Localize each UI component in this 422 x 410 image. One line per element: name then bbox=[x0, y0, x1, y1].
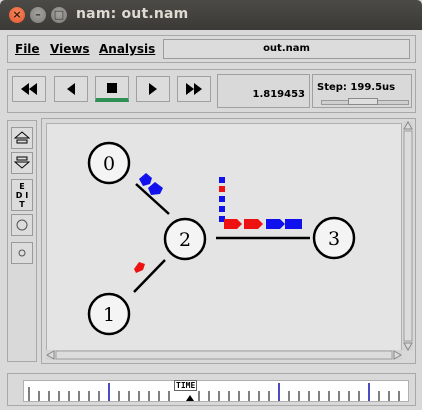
node-2-label: 2 bbox=[179, 229, 191, 251]
node-0-label: 0 bbox=[103, 153, 115, 175]
menu-file-label: File bbox=[15, 42, 40, 56]
packet-red bbox=[244, 219, 263, 229]
network-topology: 0 1 2 3 bbox=[87, 141, 356, 336]
timeline-panel: TIME bbox=[7, 373, 416, 406]
close-window-button[interactable]: × bbox=[9, 7, 25, 23]
small-circle-icon bbox=[18, 249, 26, 257]
packet-red bbox=[134, 262, 145, 273]
step-control: Step: 199.5us bbox=[312, 74, 412, 108]
packet-blue bbox=[139, 173, 152, 186]
time-marker-icon[interactable] bbox=[186, 395, 194, 401]
play-button[interactable] bbox=[136, 76, 170, 102]
node-shape-circle-button[interactable] bbox=[11, 214, 33, 236]
menu-views[interactable]: Views bbox=[50, 42, 90, 56]
menu-file[interactable]: File bbox=[15, 42, 40, 56]
stop-button[interactable] bbox=[95, 76, 129, 102]
packet-red bbox=[224, 219, 242, 229]
node-1-label: 1 bbox=[103, 304, 115, 326]
menu-views-label: Views bbox=[50, 42, 90, 56]
playback-controls: 1.819453 Step: 199.5us bbox=[7, 69, 416, 113]
maximize-window-button[interactable]: □ bbox=[51, 7, 67, 23]
queue-packet-red bbox=[219, 186, 225, 192]
horizontal-scrollbar[interactable] bbox=[46, 350, 402, 360]
play-icon bbox=[149, 83, 157, 95]
node-3-label: 3 bbox=[328, 228, 340, 250]
queue-packet-blue bbox=[219, 206, 225, 212]
zoom-out-button[interactable] bbox=[11, 152, 33, 174]
circle-icon bbox=[16, 219, 28, 231]
step-slider[interactable] bbox=[321, 98, 409, 105]
vertical-scrollbar[interactable] bbox=[403, 121, 413, 351]
window-title: nam: out.nam bbox=[76, 6, 189, 22]
zoom-out-icon bbox=[14, 156, 30, 169]
packet-blue bbox=[285, 219, 302, 229]
zoom-in-icon bbox=[14, 131, 30, 144]
menu-analysis[interactable]: Analysis bbox=[99, 42, 155, 56]
timeline-ticks bbox=[28, 383, 400, 401]
stop-icon bbox=[107, 82, 117, 93]
rewind-icon bbox=[21, 83, 37, 95]
step-label: Step: 199.5us bbox=[317, 82, 396, 93]
tool-panel: E D I T bbox=[7, 120, 37, 362]
packet-blue bbox=[266, 219, 285, 229]
rewind-button[interactable] bbox=[12, 76, 46, 102]
fast-forward-icon bbox=[186, 83, 202, 95]
menu-bar: File Views Analysis out.nam bbox=[7, 35, 416, 63]
vertical-scroll-thumb[interactable] bbox=[403, 130, 413, 342]
packet-blue bbox=[148, 182, 163, 195]
step-slider-thumb[interactable] bbox=[348, 98, 378, 105]
back-icon bbox=[67, 83, 75, 95]
edit-button[interactable]: E D I T bbox=[11, 179, 33, 211]
queue-packet-blue bbox=[219, 196, 225, 202]
menu-analysis-label: Analysis bbox=[99, 42, 156, 56]
edit-label: E D I T bbox=[15, 181, 29, 209]
horizontal-scroll-thumb[interactable] bbox=[55, 350, 393, 360]
step-back-button[interactable] bbox=[54, 76, 88, 102]
network-canvas[interactable]: 0 1 2 3 bbox=[46, 123, 402, 351]
timeline-label: TIME bbox=[174, 380, 198, 391]
current-time-display: 1.819453 bbox=[217, 74, 310, 108]
minimize-window-button[interactable]: – bbox=[30, 7, 46, 23]
zoom-in-button[interactable] bbox=[11, 127, 33, 149]
title-bar: × – □ nam: out.nam bbox=[0, 0, 422, 30]
filename-display: out.nam bbox=[163, 39, 410, 59]
timeline-slider[interactable]: TIME bbox=[23, 380, 409, 402]
fast-forward-button[interactable] bbox=[177, 76, 211, 102]
queue-packet-blue bbox=[219, 177, 225, 183]
node-shape-small-circle-button[interactable] bbox=[11, 242, 33, 264]
animation-canvas-area: 0 1 2 3 bbox=[41, 118, 416, 364]
